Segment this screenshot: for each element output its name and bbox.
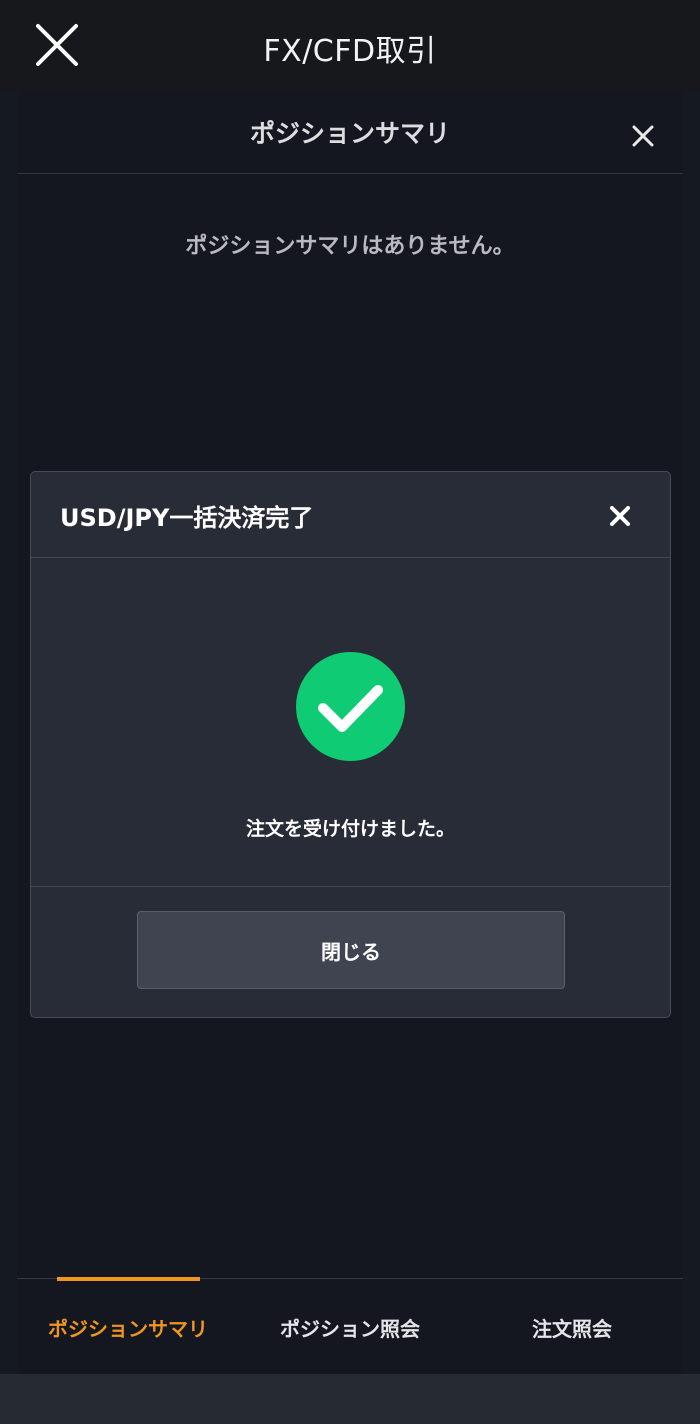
close-button[interactable]: 閉じる [137, 911, 565, 989]
tab-position-inquiry[interactable]: ポジション照会 [239, 1279, 461, 1375]
app-title: FX/CFD取引 [263, 34, 437, 69]
dialog-header: USD/JPY一括決済完了 [31, 472, 670, 558]
app-bar: FX/CFD取引 [0, 0, 700, 90]
tab-position-summary[interactable]: ポジションサマリ [17, 1279, 239, 1375]
footer-strip [0, 1374, 700, 1424]
empty-message: ポジションサマリはありません。 [185, 234, 515, 259]
panel-title: ポジションサマリ [249, 119, 450, 148]
panel-header: ポジションサマリ [17, 90, 683, 174]
success-check-icon [296, 652, 405, 761]
settlement-complete-dialog: USD/JPY一括決済完了 注文を受け付けました。 閉じる [30, 471, 671, 1018]
tab-order-inquiry[interactable]: 注文照会 [461, 1279, 683, 1375]
dialog-message: 注文を受け付けました。 [245, 818, 455, 840]
dialog-footer: 閉じる [31, 886, 670, 1017]
panel-close-icon[interactable] [629, 122, 657, 150]
dialog-close-icon[interactable] [609, 505, 631, 527]
dialog-title: USD/JPY一括決済完了 [60, 503, 314, 532]
bottom-tab-bar: ポジションサマリ ポジション照会 注文照会 [17, 1277, 683, 1375]
